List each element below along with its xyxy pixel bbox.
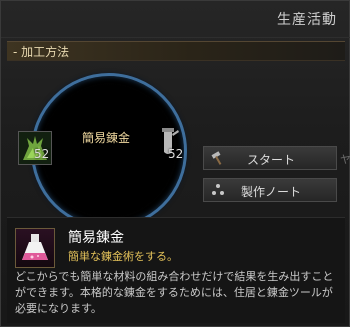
info-long-description: どこからでも簡単な材料の組み合わせだけで結果を生み出すことができます。本格的な錬… [15, 270, 334, 315]
crafting-window: 生産活動 - 加工方法 簡易錬金 52 52 スタート 製作ノート ヤ 簡易錬金… [0, 0, 350, 327]
window-title: 生産活動 [277, 12, 337, 28]
start-button[interactable]: スタート [203, 146, 337, 170]
crafting-notes-button[interactable]: 製作ノート [203, 178, 337, 202]
title-bar[interactable]: 生産活動 [1, 1, 350, 38]
side-hint-text: ヤ [340, 153, 350, 166]
crafting-notes-label: 製作ノート [240, 185, 301, 199]
info-item-name: 簡易錬金 [68, 230, 124, 246]
material-count-herb: 52 [34, 147, 50, 161]
info-short-description: 簡単な錬金術をする。 [68, 250, 178, 263]
section-header[interactable]: - 加工方法 [7, 41, 345, 61]
material-count-flask: 52 [168, 147, 184, 161]
craft-name: 簡易錬金 [81, 131, 130, 145]
section-label: - 加工方法 [13, 45, 70, 59]
alchemy-flask-icon [15, 228, 55, 268]
start-button-label: スタート [246, 153, 295, 167]
